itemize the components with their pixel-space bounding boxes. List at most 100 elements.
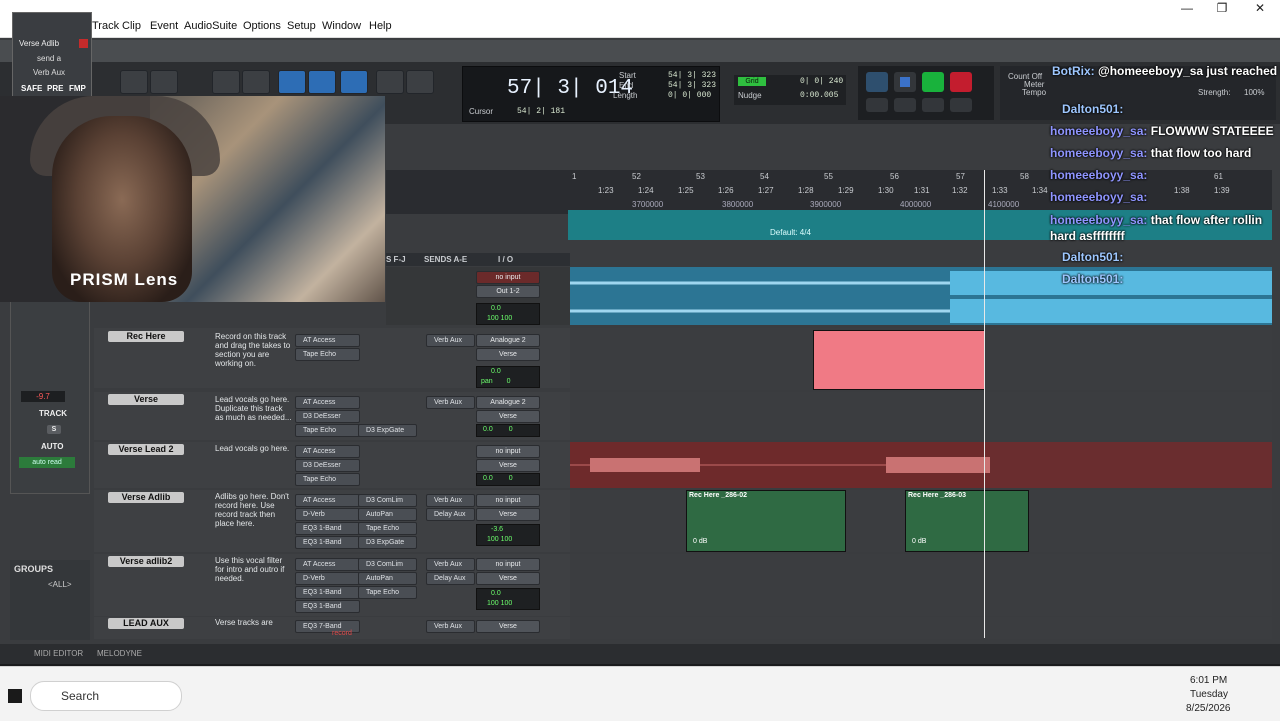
track-comment-verse-adlib2[interactable]: Use this vocal filter for intro and outr… [215,556,293,583]
track-lead-aux-input[interactable]: Verse [476,620,540,633]
track-verse-output[interactable]: Verse [476,410,540,423]
menu-options[interactable]: Options [243,20,281,32]
track-name-verse-adlib[interactable]: Verse Adlib [108,492,184,503]
go-to-end-icon[interactable] [950,98,972,112]
insert-verse-adlib2-2[interactable]: D-Verb [295,572,360,585]
insert-verse-adlib-2[interactable]: D-Verb [295,508,360,521]
float-window-bus[interactable]: Verb Aux [33,68,65,77]
track-verse-input[interactable]: Analogue 2 [476,396,540,409]
track-verse-adlib-lane[interactable]: Rec Here _286-02 0 dB Rec Here _286-03 0… [570,490,1272,552]
track-verse-lead-2-input[interactable]: no input [476,445,540,458]
playhead-line[interactable] [984,170,985,638]
track-comment-verse-lead-2[interactable]: Lead vocals go here. [215,444,293,453]
nudge-label[interactable]: Nudge [738,91,762,100]
tempo-label[interactable]: Tempo [1022,88,1046,97]
grid-label[interactable]: Grid [738,77,766,86]
insert-verse-adlib-8[interactable]: D3 ExpGate [358,536,417,549]
track-rec-here-input[interactable]: Analogue 2 [476,334,540,347]
scrubber-tool-icon[interactable] [376,70,404,94]
left-panel-solo-button[interactable]: S [47,425,61,434]
fast-forward-icon[interactable] [922,98,944,112]
insert-verse-3[interactable]: Tape Echo [295,424,360,437]
send-verse-adlib-b[interactable]: Delay Aux [426,508,475,521]
track-verse-lead-2-lane[interactable] [570,442,1272,488]
float-window-safe-button[interactable]: SAFE [21,84,42,93]
track-0-lane[interactable] [570,267,1272,325]
float-window-fmp-button[interactable]: FMP [69,84,86,93]
track-name-verse[interactable]: Verse [108,394,184,405]
insert-verse-lead-2-3[interactable]: Tape Echo [295,473,360,486]
minimize-button[interactable]: — [1170,0,1204,17]
insert-verse-adlib-7[interactable]: Tape Echo [358,522,417,535]
track-name-rec-here[interactable]: Rec Here [108,331,184,342]
grid-value[interactable]: 0| 0| 240 [800,77,843,86]
send-verse-adlib-a[interactable]: Verb Aux [426,494,475,507]
track-verse-lead-2-output[interactable]: Verse [476,459,540,472]
menu-help[interactable]: Help [369,20,392,32]
stop-icon[interactable] [894,72,916,92]
clip-rec-here-286-02-gain[interactable]: 0 dB [693,538,707,545]
track-rec-here-lane[interactable] [570,328,1272,390]
clip-rec-here-286-03-gain[interactable]: 0 dB [912,538,926,545]
track-rec-here-volume[interactable]: 0.0 pan 0 [476,366,540,388]
track-verse-adlib-output[interactable]: Verse [476,508,540,521]
menu-event[interactable]: Event [150,20,178,32]
groups-all[interactable]: <ALL> [48,580,72,589]
track-verse-adlib2-output[interactable]: Verse [476,572,540,585]
clip-rec-here-red[interactable] [813,330,985,390]
record-icon[interactable] [950,72,972,92]
track-comment-lead-aux[interactable]: Verse tracks are [215,618,293,627]
start-value[interactable]: 54| 3| 323 [668,71,716,80]
windows-start-icon[interactable] [8,689,22,703]
float-window-send[interactable]: send a [37,54,61,63]
insert-verse-adlib2-3[interactable]: EQ3 1-Band [295,586,360,599]
send-lead-aux-a[interactable]: Verb Aux [426,620,475,633]
track-comment-verse-adlib[interactable]: Adlibs go here. Don't record here. Use r… [215,492,293,528]
left-panel-value[interactable]: -9.7 [21,391,65,402]
insert-verse-1[interactable]: AT Access [295,396,360,409]
insert-verse-lead-2-1[interactable]: AT Access [295,445,360,458]
grabber-tool-icon[interactable] [340,70,368,94]
menu-window[interactable]: Window [322,20,361,32]
clip-rec-here-286-03[interactable]: Rec Here _286-03 0 dB [905,490,1029,552]
maximize-button[interactable]: ❐ [1205,0,1239,17]
send-verse-adlib2-a[interactable]: Verb Aux [426,558,475,571]
float-window-pre-button[interactable]: PRE [47,84,63,93]
clip-rec-here-286-02[interactable]: Rec Here _286-02 0 dB [686,490,846,552]
insert-verse-adlib-6[interactable]: AutoPan [358,508,417,521]
track-name-lead-aux[interactable]: LEAD AUX [108,618,184,629]
pencil-tool-icon[interactable] [406,70,434,94]
melodyne-tab[interactable]: MELODYNE [97,649,142,658]
menu-track[interactable]: Track [92,20,119,32]
end-value[interactable]: 54| 3| 323 [668,81,716,90]
menu-audiosuite[interactable]: AudioSuite [184,20,237,32]
insert-rec-here-2[interactable]: Tape Echo [295,348,360,361]
insert-verse-adlib-5[interactable]: D3 ComLim [358,494,417,507]
track-verse-adlib-input[interactable]: no input [476,494,540,507]
track-0-output[interactable]: Out 1-2 [476,285,540,298]
track-0-input[interactable]: no input [476,271,540,284]
nudge-value[interactable]: 0:00.005 [800,91,838,100]
track-name-verse-adlib2[interactable]: Verse adlib2 [108,556,184,567]
strength-value[interactable]: 100% [1244,88,1264,97]
float-window-track-name[interactable]: Verse Adlib [19,39,59,48]
menu-clip[interactable]: Clip [122,20,141,32]
shuffle-icon[interactable] [120,70,148,94]
length-value[interactable]: 0| 0| 000 [668,91,711,100]
insert-verse-adlib2-6[interactable]: AutoPan [358,572,417,585]
insert-verse-adlib-3[interactable]: EQ3 1-Band [295,522,360,535]
taskbar-search-box[interactable]: Search [30,681,182,711]
track-verse-adlib2-input[interactable]: no input [476,558,540,571]
track-verse-adlib-volume[interactable]: -3.6 100 100 [476,524,540,546]
insert-verse-adlib-1[interactable]: AT Access [295,494,360,507]
track-verse-lane[interactable] [570,392,1272,440]
rewind-to-start-icon[interactable] [866,98,888,112]
zoom-icon[interactable] [242,70,270,94]
insert-verse-adlib2-4[interactable]: EQ3 1-Band [295,600,360,613]
trim-tool-icon[interactable] [278,70,306,94]
send-verse-adlib2-b[interactable]: Delay Aux [426,572,475,585]
taskbar-time[interactable]: 6:01 PM [1190,675,1227,686]
track-rec-here-output[interactable]: Verse [476,348,540,361]
insert-verse-adlib-4[interactable]: EQ3 1-Band [295,536,360,549]
slip-icon[interactable] [150,70,178,94]
